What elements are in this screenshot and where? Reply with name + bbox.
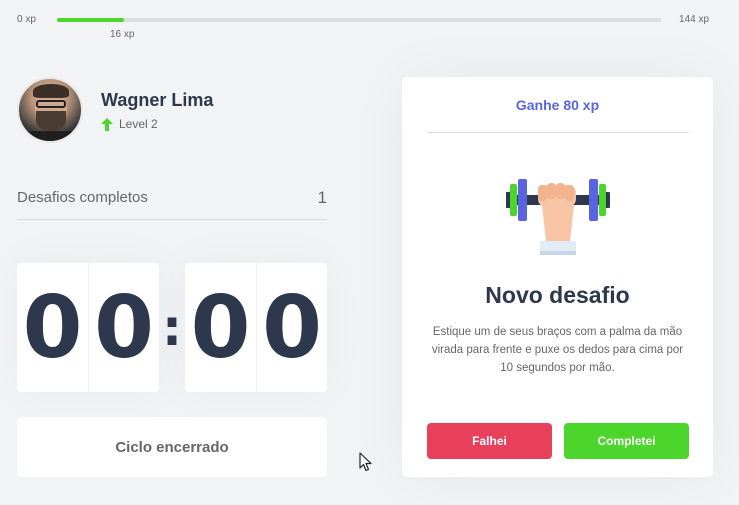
xp-min-label: 0 xp xyxy=(17,14,36,25)
completed-challenges-count: 1 xyxy=(317,188,327,207)
cycle-finished-button[interactable]: Ciclo encerrado xyxy=(17,417,327,477)
failed-button[interactable]: Falhei xyxy=(427,423,552,459)
avatar xyxy=(17,77,83,143)
challenge-title: Novo desafio xyxy=(485,282,630,308)
level-up-arrow-icon xyxy=(101,117,113,131)
xp-max-label: 144 xp xyxy=(679,14,710,25)
xp-progress-bar xyxy=(57,18,661,22)
minutes-ones-digit: 0 xyxy=(88,263,159,392)
challenge-reward: Ganhe 80 xp xyxy=(515,97,600,113)
completed-button[interactable]: Completei xyxy=(564,423,689,459)
card-divider xyxy=(427,132,689,133)
completed-challenges-label: Desafios completos xyxy=(17,189,148,206)
seconds-ones-digit: 0 xyxy=(256,263,327,392)
countdown-seconds: 0 0 xyxy=(185,263,327,392)
countdown: 0 0 : 0 0 xyxy=(17,263,327,392)
user-name: Wagner Lima xyxy=(101,90,214,110)
level-indicator: Level 2 xyxy=(101,117,158,131)
mouse-cursor-icon xyxy=(359,452,372,472)
countdown-separator: : xyxy=(162,298,182,357)
seconds-tens-digit: 0 xyxy=(190,277,251,378)
challenge-card: Ganhe 80 xp Novo desafio Estique um de s… xyxy=(402,77,713,477)
divider xyxy=(17,219,327,220)
xp-progress-fill xyxy=(57,18,125,22)
countdown-minutes: 0 0 xyxy=(17,263,159,392)
level-label: Level 2 xyxy=(119,117,158,131)
minutes-tens-digit: 0 xyxy=(22,277,83,378)
xp-current-label: 16 xp xyxy=(110,29,135,40)
challenge-description: Estique um de seus braços com a palma da… xyxy=(431,326,684,374)
dumbbell-hand-icon xyxy=(506,179,610,255)
